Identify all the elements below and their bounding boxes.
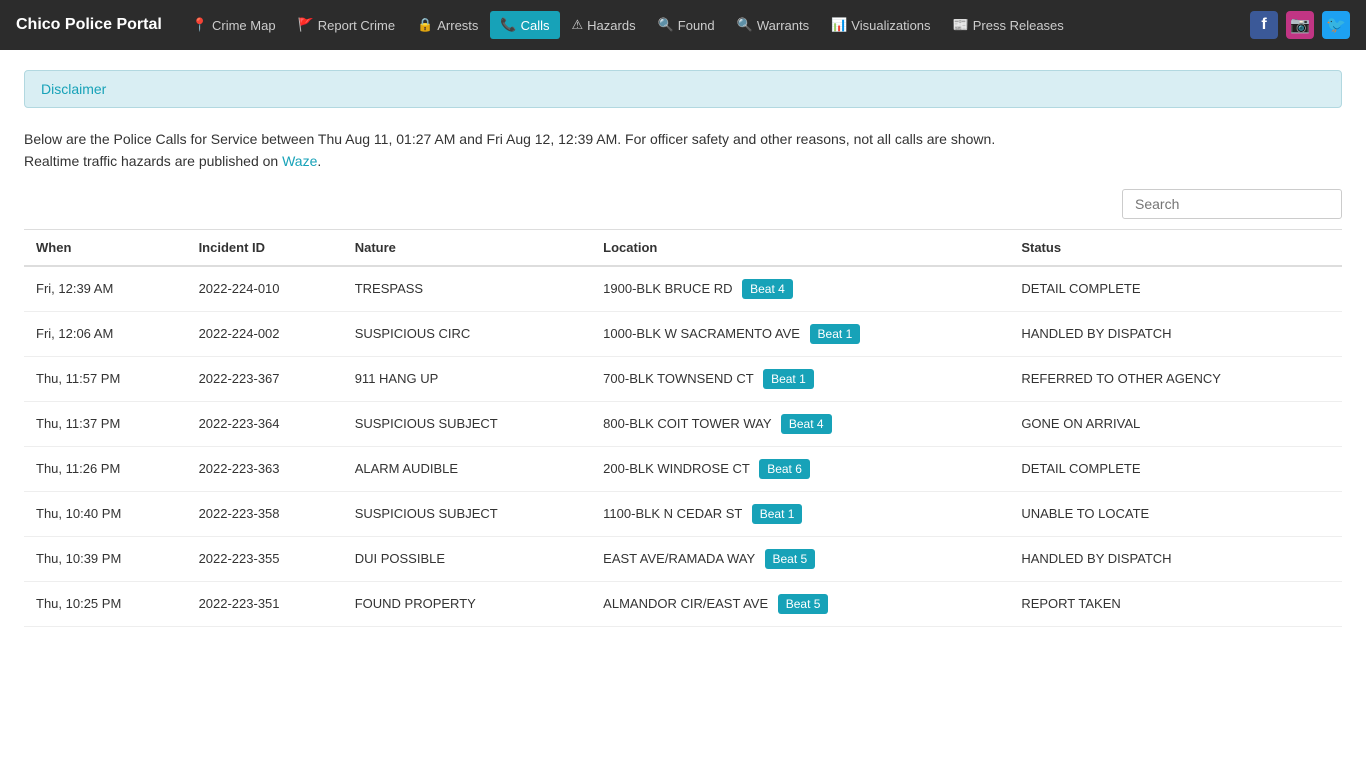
nav-found[interactable]: 🔍 Found [648, 11, 725, 39]
cell-nature: TRESPASS [343, 266, 591, 312]
nav-hazards[interactable]: ⚠ Hazards [562, 11, 646, 39]
calls-icon: 📞 [500, 17, 516, 33]
search-row [24, 189, 1342, 219]
brand: Chico Police Portal [16, 16, 162, 34]
beat-badge: Beat 4 [742, 279, 793, 299]
found-icon: 🔍 [658, 17, 674, 33]
cell-nature: SUSPICIOUS SUBJECT [343, 491, 591, 536]
table-row: Fri, 12:39 AM 2022-224-010 TRESPASS 1900… [24, 266, 1342, 312]
instagram-link[interactable]: 📷 [1286, 11, 1314, 39]
nav-links: 📍 Crime Map 🚩 Report Crime 🔒 Arrests 📞 C… [182, 11, 1250, 39]
cell-incident-id: 2022-223-355 [187, 536, 343, 581]
nav-report-crime[interactable]: 🚩 Report Crime [288, 11, 405, 39]
table-row: Thu, 11:26 PM 2022-223-363 ALARM AUDIBLE… [24, 446, 1342, 491]
waze-link[interactable]: Waze [282, 153, 317, 169]
col-status: Status [1009, 229, 1342, 266]
visualizations-icon: 📊 [831, 17, 847, 33]
beat-badge: Beat 4 [781, 414, 832, 434]
cell-when: Thu, 10:39 PM [24, 536, 187, 581]
cell-status: GONE ON ARRIVAL [1009, 401, 1342, 446]
cell-location: 200-BLK WINDROSE CT Beat 6 [591, 446, 1009, 491]
beat-badge: Beat 6 [759, 459, 810, 479]
cell-incident-id: 2022-223-364 [187, 401, 343, 446]
cell-nature: DUI POSSIBLE [343, 536, 591, 581]
table-row: Thu, 11:37 PM 2022-223-364 SUSPICIOUS SU… [24, 401, 1342, 446]
cell-location: 800-BLK COIT TOWER WAY Beat 4 [591, 401, 1009, 446]
table-row: Thu, 10:39 PM 2022-223-355 DUI POSSIBLE … [24, 536, 1342, 581]
social-links: f 📷 🐦 [1250, 11, 1350, 39]
beat-badge: Beat 1 [752, 504, 803, 524]
cell-location: 700-BLK TOWNSEND CT Beat 1 [591, 356, 1009, 401]
main-content: Disclaimer Below are the Police Calls fo… [0, 50, 1366, 647]
col-nature: Nature [343, 229, 591, 266]
cell-when: Thu, 10:40 PM [24, 491, 187, 536]
cell-nature: SUSPICIOUS CIRC [343, 311, 591, 356]
beat-badge: Beat 1 [810, 324, 861, 344]
cell-when: Thu, 11:37 PM [24, 401, 187, 446]
navbar: Chico Police Portal 📍 Crime Map 🚩 Report… [0, 0, 1366, 50]
disclaimer-box: Disclaimer [24, 70, 1342, 108]
cell-nature: 911 HANG UP [343, 356, 591, 401]
facebook-link[interactable]: f [1250, 11, 1278, 39]
calls-table: When Incident ID Nature Location Status … [24, 229, 1342, 627]
beat-badge: Beat 5 [778, 594, 829, 614]
table-header: When Incident ID Nature Location Status [24, 229, 1342, 266]
cell-when: Fri, 12:06 AM [24, 311, 187, 356]
col-when: When [24, 229, 187, 266]
table-row: Thu, 10:25 PM 2022-223-351 FOUND PROPERT… [24, 581, 1342, 626]
cell-incident-id: 2022-223-351 [187, 581, 343, 626]
cell-status: UNABLE TO LOCATE [1009, 491, 1342, 536]
cell-location: EAST AVE/RAMADA WAY Beat 5 [591, 536, 1009, 581]
cell-nature: ALARM AUDIBLE [343, 446, 591, 491]
cell-when: Thu, 11:26 PM [24, 446, 187, 491]
cell-when: Thu, 11:57 PM [24, 356, 187, 401]
cell-nature: FOUND PROPERTY [343, 581, 591, 626]
cell-incident-id: 2022-224-002 [187, 311, 343, 356]
cell-when: Fri, 12:39 AM [24, 266, 187, 312]
table-body: Fri, 12:39 AM 2022-224-010 TRESPASS 1900… [24, 266, 1342, 627]
beat-badge: Beat 1 [763, 369, 814, 389]
cell-incident-id: 2022-223-363 [187, 446, 343, 491]
info-text: Below are the Police Calls for Service b… [24, 128, 1342, 173]
cell-status: HANDLED BY DISPATCH [1009, 311, 1342, 356]
cell-when: Thu, 10:25 PM [24, 581, 187, 626]
arrests-icon: 🔒 [417, 17, 433, 33]
table-row: Thu, 11:57 PM 2022-223-367 911 HANG UP 7… [24, 356, 1342, 401]
cell-incident-id: 2022-223-358 [187, 491, 343, 536]
cell-location: 1000-BLK W SACRAMENTO AVE Beat 1 [591, 311, 1009, 356]
warrants-icon: 🔍 [737, 17, 753, 33]
nav-warrants[interactable]: 🔍 Warrants [727, 11, 819, 39]
cell-incident-id: 2022-224-010 [187, 266, 343, 312]
table-row: Thu, 10:40 PM 2022-223-358 SUSPICIOUS SU… [24, 491, 1342, 536]
nav-press-releases[interactable]: 📰 Press Releases [943, 11, 1074, 39]
disclaimer-title: Disclaimer [41, 81, 1325, 97]
col-incident-id: Incident ID [187, 229, 343, 266]
cell-location: 1100-BLK N CEDAR ST Beat 1 [591, 491, 1009, 536]
cell-nature: SUSPICIOUS SUBJECT [343, 401, 591, 446]
nav-visualizations[interactable]: 📊 Visualizations [821, 11, 940, 39]
cell-incident-id: 2022-223-367 [187, 356, 343, 401]
cell-status: HANDLED BY DISPATCH [1009, 536, 1342, 581]
col-location: Location [591, 229, 1009, 266]
twitter-link[interactable]: 🐦 [1322, 11, 1350, 39]
report-crime-icon: 🚩 [298, 17, 314, 33]
cell-status: REPORT TAKEN [1009, 581, 1342, 626]
search-input[interactable] [1122, 189, 1342, 219]
nav-crime-map[interactable]: 📍 Crime Map [182, 11, 286, 39]
press-releases-icon: 📰 [953, 17, 969, 33]
cell-status: DETAIL COMPLETE [1009, 446, 1342, 491]
cell-status: REFERRED TO OTHER AGENCY [1009, 356, 1342, 401]
crime-map-icon: 📍 [192, 17, 208, 33]
cell-status: DETAIL COMPLETE [1009, 266, 1342, 312]
beat-badge: Beat 5 [765, 549, 816, 569]
cell-location: 1900-BLK BRUCE RD Beat 4 [591, 266, 1009, 312]
hazards-icon: ⚠ [572, 17, 584, 33]
cell-location: ALMANDOR CIR/EAST AVE Beat 5 [591, 581, 1009, 626]
table-row: Fri, 12:06 AM 2022-224-002 SUSPICIOUS CI… [24, 311, 1342, 356]
nav-calls[interactable]: 📞 Calls [490, 11, 559, 39]
nav-arrests[interactable]: 🔒 Arrests [407, 11, 488, 39]
